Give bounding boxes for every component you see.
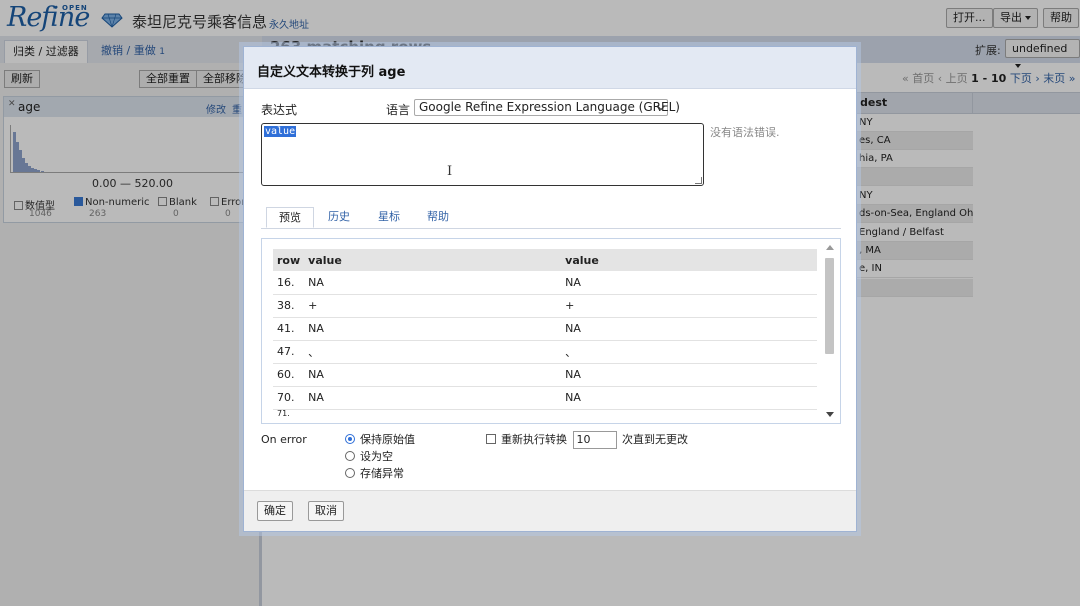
preview-table: row value value 16. NA NA 38. + + 41. NA… [273, 249, 817, 418]
table-row: 60. NA NA [273, 363, 817, 387]
column-header-value: value [304, 249, 562, 271]
scrollbar-thumb[interactable] [825, 258, 834, 354]
table-row: 41. NA NA [273, 317, 817, 341]
tab-preview[interactable]: 预览 [266, 207, 314, 228]
tab-help[interactable]: 帮助 [427, 207, 449, 228]
radio[interactable] [345, 468, 355, 478]
preview-pane: row value value 16. NA NA 38. + + 41. NA… [261, 238, 841, 424]
text-cursor-icon: I [447, 164, 453, 179]
syntax-status: 没有语法错误. [710, 126, 780, 139]
tabs-divider [261, 228, 841, 229]
table-row: 16. NA NA [273, 271, 817, 295]
column-header-row: row [273, 249, 305, 271]
table-header-row: row value value [273, 249, 817, 271]
resize-handle[interactable] [695, 177, 702, 184]
radio-set-blank[interactable]: 设为空 [345, 448, 393, 464]
column-header-result: value [561, 249, 817, 271]
table-row: 70. NA NA [273, 386, 817, 410]
language-select[interactable]: Google Refine Expression Language (GREL) [414, 99, 680, 116]
dialog-title: 自定义文本转换于列 age [257, 65, 406, 80]
scroll-down-icon[interactable] [826, 412, 834, 417]
radio[interactable] [345, 451, 355, 461]
ok-button[interactable]: 确定 [257, 501, 293, 521]
cancel-button[interactable]: 取消 [308, 501, 344, 521]
on-error-label: On error [261, 433, 307, 446]
radio-selected[interactable] [345, 434, 355, 444]
language-label: 语言 [386, 103, 411, 117]
table-row: 38. + + [273, 294, 817, 318]
preview-scrollbar[interactable] [823, 242, 837, 420]
repeat-transform-option: 重新执行转换 10 次直到无更改 [486, 431, 688, 449]
repeat-count-input[interactable]: 10 [572, 431, 617, 449]
expression-textarea[interactable]: value I [261, 123, 704, 186]
dialog-titlebar[interactable]: 自定义文本转换于列 age [244, 47, 856, 89]
dialog-footer: 确定 取消 [244, 490, 856, 531]
tab-history[interactable]: 历史 [328, 207, 350, 228]
repeat-checkbox[interactable] [486, 434, 496, 444]
expression-text: value [264, 126, 297, 137]
radio-store-error[interactable]: 存储异常 [345, 465, 404, 481]
expression-label: 表达式 [261, 103, 298, 117]
custom-transform-dialog: 自定义文本转换于列 age 表达式 语言 Google Refine Expre… [243, 46, 857, 532]
scroll-up-icon[interactable] [826, 245, 834, 250]
table-row: 47. 、 、 [273, 340, 817, 364]
table-row-partial: 71. [277, 408, 290, 418]
radio-keep-original[interactable]: 保持原始值 [345, 431, 415, 447]
tab-starred[interactable]: 星标 [378, 207, 400, 228]
